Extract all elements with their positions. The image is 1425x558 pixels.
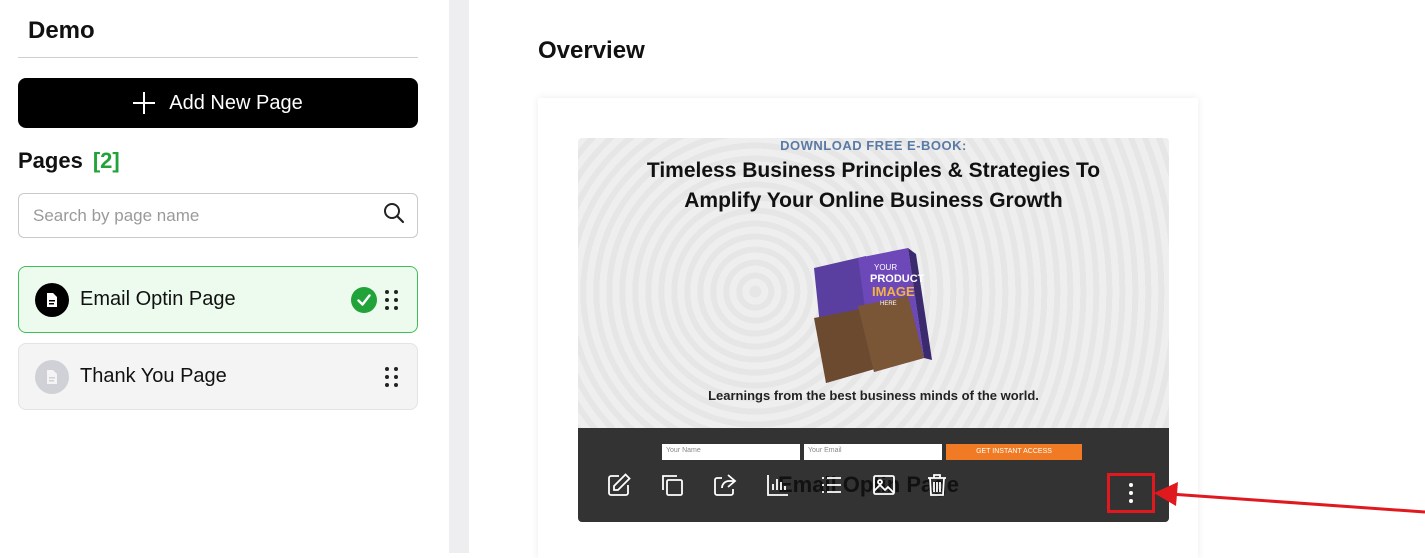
plus-icon <box>133 92 156 114</box>
sidebar: Demo Add New Page Pages [2] Email Optin … <box>0 0 449 553</box>
annotation-arrow <box>1154 482 1425 514</box>
pages-count: [2] <box>92 148 120 173</box>
svg-text:HERE: HERE <box>880 301 897 307</box>
page-item-label: Email Optin Page <box>80 288 236 310</box>
share-icon[interactable] <box>710 470 740 500</box>
more-options-button[interactable] <box>1107 473 1155 513</box>
search-input[interactable] <box>33 205 383 226</box>
add-new-page-label: Add New Page <box>169 91 303 114</box>
pages-heading: Pages [2] <box>18 148 120 174</box>
divider <box>18 57 418 58</box>
list-icon[interactable] <box>816 470 846 500</box>
page-preview-thumbnail[interactable]: DOWNLOAD FREE E-BOOK: Timeless Business … <box>578 138 1169 522</box>
search-box <box>18 193 418 238</box>
product-image-icon: YOUR PRODUCT IMAGE HERE <box>814 248 932 383</box>
search-icon[interactable] <box>383 202 405 229</box>
svg-text:IMAGE: IMAGE <box>872 284 915 299</box>
document-icon <box>35 282 69 317</box>
more-vertical-icon <box>1129 483 1133 503</box>
funnel-title: Demo <box>28 17 95 44</box>
page-item-email-optin[interactable]: Email Optin Page <box>18 266 418 333</box>
edit-icon[interactable] <box>604 470 634 500</box>
preview-subline: Learnings from the best business minds o… <box>708 388 1039 403</box>
pages-label: Pages <box>18 148 83 173</box>
page-item-label: Thank You Page <box>80 365 227 387</box>
image-icon[interactable] <box>869 470 899 500</box>
drag-handle-icon[interactable] <box>385 366 401 388</box>
preview-headline: Timeless Business Principles & Strategie… <box>646 159 1101 212</box>
published-check-icon <box>351 286 377 313</box>
preview-kicker: DOWNLOAD FREE E-BOOK: <box>780 138 967 153</box>
duplicate-icon[interactable] <box>657 470 687 500</box>
page-actions-toolbar <box>578 448 1169 522</box>
drag-handle-icon[interactable] <box>385 289 401 311</box>
stats-icon[interactable] <box>763 470 793 500</box>
add-new-page-button[interactable]: Add New Page <box>18 78 418 128</box>
svg-text:YOUR: YOUR <box>874 263 897 272</box>
page-item-thank-you[interactable]: Thank You Page <box>18 343 418 410</box>
document-icon <box>35 359 69 394</box>
trash-icon[interactable] <box>922 470 952 500</box>
page-title: Overview <box>538 37 645 64</box>
panel-divider <box>449 0 469 553</box>
